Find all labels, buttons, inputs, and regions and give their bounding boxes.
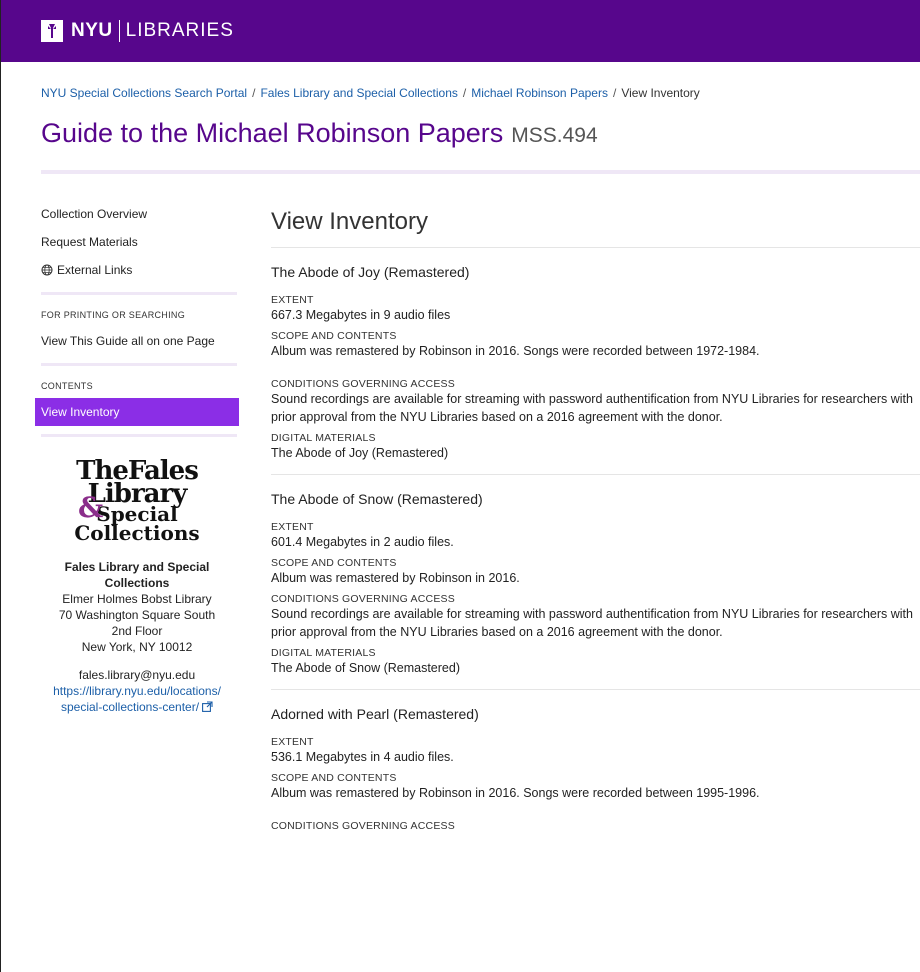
scope-label: SCOPE AND CONTENTS [271,772,397,784]
item-title[interactable]: The Abode of Snow (Remastered) [271,475,920,519]
sidebar-item-external-links[interactable]: External Links [35,256,239,284]
sidebar-item-label: External Links [57,263,133,277]
item-title[interactable]: Adorned with Pearl (Remastered) [271,690,920,734]
logo-divider [118,20,120,42]
scope-value: Album was remastered by Robinson in 2016… [271,571,520,585]
extent-value: 667.3 Megabytes in 9 audio files [271,308,451,322]
item-title[interactable]: The Abode of Joy (Remastered) [271,248,920,292]
scope-value: Album was remastered by Robinson in 2016… [271,786,760,800]
sidebar-divider [41,292,237,295]
title-divider [41,170,920,174]
access-label: CONDITIONS GOVERNING ACCESS [271,820,455,832]
page-title: Guide to the Michael Robinson Papers MSS.… [41,118,598,149]
scope-value: Album was remastered by Robinson in 2016… [271,344,760,358]
contents-heading: CONTENTS [41,381,93,391]
digital-value[interactable]: The Abode of Joy (Remastered) [271,444,920,462]
extent-value: 601.4 Megabytes in 2 audio files. [271,535,454,549]
nyu-libraries-logo[interactable]: NYU LIBRARIES [41,20,234,42]
logo-libraries-text: LIBRARIES [125,20,234,41]
header-bar: NYU LIBRARIES [1,0,920,62]
url-line: special-collections-center/ [60,700,200,714]
inventory-item: The Abode of Snow (Remastered) EXTENT 60… [271,475,920,690]
repository-name: Fales Library and Special Collections [64,560,210,590]
main-content: View Inventory The Abode of Joy (Remaste… [271,200,920,838]
page-title-text: Guide to the Michael Robinson Papers [41,118,504,148]
scope-label: SCOPE AND CONTENTS [271,557,397,569]
sidebar-item-request-materials[interactable]: Request Materials [35,228,239,256]
inventory-heading: View Inventory [271,200,920,248]
external-link-icon [202,700,213,716]
scope-label: SCOPE AND CONTENTS [271,330,397,342]
breadcrumb-portal[interactable]: NYU Special Collections Search Portal [41,86,247,100]
access-label: CONDITIONS GOVERNING ACCESS [271,593,455,605]
printing-heading: FOR PRINTING OR SEARCHING [41,310,186,320]
fales-library-logo: TheFales Library & Special Collections [74,456,200,545]
sidebar-item-view-all[interactable]: View This Guide all on one Page [35,327,239,355]
sidebar-item-view-inventory[interactable]: View Inventory [35,398,239,426]
digital-label: DIGITAL MATERIALS [271,647,376,659]
address-line: 70 Washington Square South [58,608,216,622]
breadcrumb-fales[interactable]: Fales Library and Special Collections [260,86,457,100]
address-line: New York, NY 10012 [81,640,193,654]
repository-address: Fales Library and Special Collections El… [35,559,239,716]
nyu-torch-icon [41,20,63,42]
access-label: CONDITIONS GOVERNING ACCESS [271,378,455,390]
access-value: Sound recordings are available for strea… [271,607,913,639]
extent-value: 536.1 Megabytes in 4 audio files. [271,750,454,764]
call-number: MSS.494 [511,124,598,147]
page-frame: NYU LIBRARIES NYU Special Collections Se… [0,0,920,972]
breadcrumb-separator: / [252,86,256,100]
sidebar-divider [41,363,237,366]
access-value: Sound recordings are available for strea… [271,392,913,424]
address-line: 2nd Floor [111,624,163,638]
digital-value[interactable]: The Abode of Snow (Remastered) [271,659,920,677]
extent-label: EXTENT [271,521,314,533]
extent-label: EXTENT [271,736,314,748]
inventory-item: Adorned with Pearl (Remastered) EXTENT 5… [271,690,920,838]
digital-label: DIGITAL MATERIALS [271,432,376,444]
repository-email: fales.library@nyu.edu [78,668,196,682]
url-line: https://library.nyu.edu/locations/ [53,684,221,698]
breadcrumb-separator: / [462,86,467,100]
repository-url-link[interactable]: https://library.nyu.edu/locations/specia… [53,684,221,714]
breadcrumb: NYU Special Collections Search Portal / Fa… [41,86,700,100]
extent-label: EXTENT [271,294,314,306]
inventory-item: The Abode of Joy (Remastered) EXTENT 667… [271,248,920,475]
sidebar-divider [41,434,237,437]
breadcrumb-current: View Inventory [621,86,700,100]
sidebar: Collection Overview Request Materials Ex… [35,200,239,716]
address-line: Elmer Holmes Bobst Library [62,592,212,606]
breadcrumb-separator: / [612,86,617,100]
globe-icon [41,258,53,286]
breadcrumb-collection[interactable]: Michael Robinson Papers [471,86,608,100]
sidebar-item-collection-overview[interactable]: Collection Overview [35,200,239,228]
logo-nyu-text: NYU [71,20,113,41]
